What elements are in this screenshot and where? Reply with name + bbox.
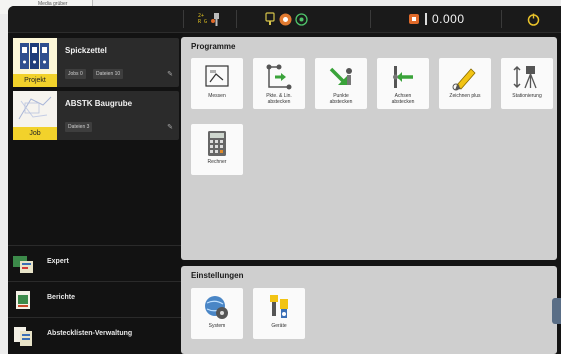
- left-panel: Projekt Spickzettel Jobs 0 Dateien 10 ✎ …: [8, 33, 183, 354]
- tile-punkte-abstecken[interactable]: Punkte abstecken: [315, 58, 367, 109]
- project-badge: Projekt: [13, 74, 57, 87]
- programs-heading: Programme: [191, 42, 236, 51]
- job-title: ABSTK Baugrube: [65, 99, 133, 108]
- tile-label: Stationierung: [512, 93, 542, 99]
- binders-icon: [20, 43, 49, 69]
- side-drawer-handle[interactable]: [552, 298, 561, 324]
- status-bar-divider: [501, 10, 502, 28]
- measurement-value: 0.000: [432, 12, 465, 26]
- stakeout-points-lines-icon: [266, 64, 292, 90]
- gnss-status-text: 2+ R G: [198, 13, 208, 25]
- edit-pencil-icon[interactable]: ✎: [167, 70, 173, 78]
- files-count-chip: Dateien 3: [65, 122, 93, 132]
- files-count-chip: Dateien 10: [93, 69, 124, 79]
- draw-plus-icon: [452, 68, 476, 91]
- project-thumbnail: Projekt: [13, 38, 57, 87]
- height-bar-icon: [425, 13, 427, 25]
- tile-label: Pkte. & Lin. abstecken: [266, 93, 292, 105]
- device-screen: 2+ R G 0.000 Projekt Spickzettel Jobs 0 …: [8, 6, 561, 354]
- stationing-icon: [513, 65, 537, 89]
- programs-panel: Programme Messen Pkte. & Lin. abstecken: [181, 37, 557, 260]
- project-title: Spickzettel: [65, 46, 107, 55]
- tile-pkte-lin-abstecken[interactable]: Pkte. & Lin. abstecken: [253, 58, 305, 109]
- menu-item-berichte[interactable]: Berichte: [8, 281, 183, 318]
- tile-geraete[interactable]: Geräte: [253, 288, 305, 339]
- tile-label: System: [208, 323, 226, 329]
- devices-icon: [270, 295, 288, 318]
- tile-achsen-abstecken[interactable]: Achsen abstecken: [377, 58, 429, 109]
- instrument-icon: [265, 12, 275, 25]
- prism-icon: [279, 13, 292, 25]
- status-bar: 2+ R G 0.000: [8, 6, 561, 33]
- stakeout-points-icon: [329, 67, 352, 85]
- menu-item-label: Expert: [47, 258, 69, 265]
- stakeout-axis-icon: [393, 66, 413, 88]
- measurement-readout[interactable]: 0.000: [408, 11, 465, 27]
- tile-label: Geräte: [271, 323, 287, 329]
- list-manager-icon: [14, 327, 32, 346]
- calculator-icon: [208, 131, 226, 156]
- menu-item-label: Abstecklísten-Verwaltung: [47, 330, 133, 337]
- status-bar-divider: [236, 10, 237, 28]
- measure-mode-icon: [409, 14, 419, 24]
- status-bar-divider: [370, 10, 371, 28]
- project-card-spickzettel[interactable]: Projekt Spickzettel Jobs 0 Dateien 10 ✎: [13, 38, 179, 87]
- settings-panel: Einstellungen System Geräte: [181, 266, 557, 354]
- power-icon: [527, 13, 540, 26]
- system-icon: [205, 296, 228, 319]
- edit-pencil-icon[interactable]: ✎: [167, 123, 173, 131]
- menu-item-label: Berichte: [47, 294, 76, 301]
- tile-zeichnen-plus[interactable]: Zeichnen plus: [439, 58, 491, 109]
- measure-icon: [205, 65, 229, 87]
- tile-stationierung[interactable]: Stationierung: [501, 58, 553, 109]
- tile-label: Zeichnen plus: [449, 93, 481, 99]
- settings-heading: Einstellungen: [191, 271, 244, 280]
- job-thumbnail: Job: [13, 91, 57, 140]
- status-bar-divider: [183, 10, 184, 28]
- job-card-abstk-baugrube[interactable]: Job ABSTK Baugrube Dateien 3 ✎: [13, 91, 179, 140]
- tile-label: Rechner: [207, 159, 227, 165]
- job-badge: Job: [13, 127, 57, 140]
- menu-item-expert[interactable]: Expert: [8, 245, 183, 282]
- reports-icon: [16, 291, 30, 309]
- expert-icon: [13, 256, 33, 273]
- menu-item-absteckl-verwaltung[interactable]: Abstecklísten-Verwaltung: [8, 317, 183, 354]
- connection-status[interactable]: [264, 11, 308, 27]
- tile-label: Punkte abstecken: [329, 93, 353, 105]
- drawing-sketch-icon: [18, 96, 52, 120]
- tile-system[interactable]: System: [191, 288, 243, 339]
- tile-label: Achsen abstecken: [391, 93, 415, 105]
- tile-messen[interactable]: Messen: [191, 58, 243, 109]
- tile-rechner[interactable]: Rechner: [191, 124, 243, 175]
- power-status[interactable]: [527, 11, 540, 27]
- target-lock-icon: [295, 12, 308, 26]
- jobs-count-chip: Jobs 0: [65, 69, 86, 79]
- gnss-status[interactable]: 2+ R G: [198, 11, 222, 27]
- rover-icon: [211, 13, 220, 26]
- tile-label: Messen: [208, 93, 226, 99]
